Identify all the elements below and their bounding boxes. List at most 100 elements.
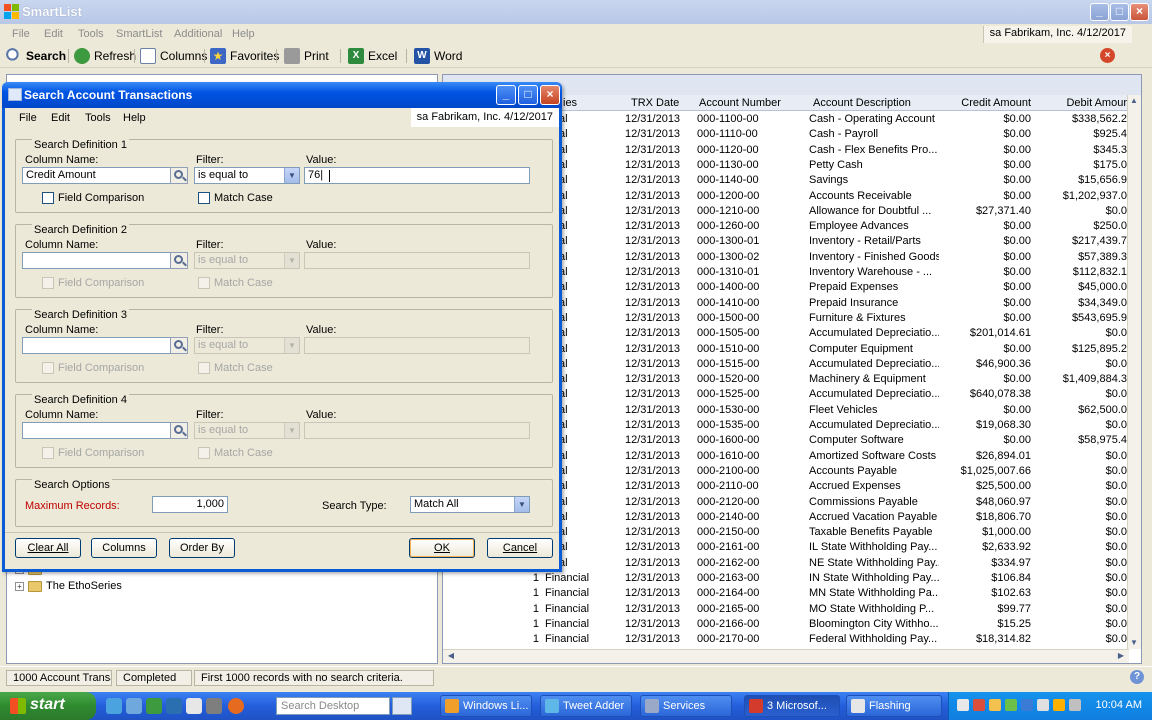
volume-icon[interactable] [1069,699,1081,711]
column-name-field[interactable]: Credit Amount [22,167,172,184]
search-type-dropdown[interactable]: Match All ▼ [410,496,530,513]
dialog-minimize-button[interactable]: _ [496,85,516,105]
filter-dropdown[interactable]: is equal to ▼ [194,252,300,269]
cell-credit-amount: $18,806.70 [975,510,1031,523]
desktop-search-input[interactable]: Search Desktop [276,697,390,715]
match-case-checkbox[interactable] [198,362,210,374]
cell-credit-amount: $46,900.36 [975,357,1031,370]
table-row[interactable]: 1 Financial 12/31/2013 000-2165-00 MO State … [443,602,1129,617]
match-case-checkbox[interactable] [198,447,210,459]
column-name-field[interactable] [22,337,172,354]
menu-smartlist[interactable]: SmartList [116,28,162,40]
column-lookup-button[interactable] [170,167,188,184]
table-row[interactable]: 1 Financial 12/31/2013 000-2170-00 Federal W… [443,632,1129,647]
column-name-field[interactable] [22,252,172,269]
dialog-menu-edit[interactable]: Edit [51,112,70,124]
task-services[interactable]: Services [640,695,732,717]
dialog-maximize-button[interactable]: □ [518,85,538,105]
table-row[interactable]: 1 Financial 12/31/2013 000-2164-00 MN State … [443,586,1129,601]
column-header-account-number[interactable]: Account Number [699,97,781,109]
column-lookup-button[interactable] [170,422,188,439]
excel-button[interactable]: X Excel [348,47,397,65]
tree-item-ethoseries[interactable]: + The EthoSeries [15,580,122,592]
tray-icon[interactable] [1021,699,1033,711]
menu-edit[interactable]: Edit [44,28,63,40]
columns-button[interactable]: Columns [140,47,207,65]
value-field[interactable] [304,337,530,354]
maximum-records-field[interactable]: 1,000 [152,496,228,513]
scroll-left-icon[interactable]: ◀ [445,650,457,662]
maximize-button[interactable]: □ [1110,3,1129,21]
clear-all-button[interactable]: Clear All [15,538,81,558]
column-header-debit-amount[interactable]: Debit Amour [1039,97,1127,109]
menu-help[interactable]: Help [232,28,255,40]
column-lookup-button[interactable] [170,252,188,269]
tray-icon[interactable] [973,699,985,711]
filter-dropdown[interactable]: is equal to ▼ [194,167,300,184]
firefox-icon[interactable] [228,698,244,714]
dialog-menu-help[interactable]: Help [123,112,146,124]
table-row[interactable]: 1 Financial 12/31/2013 000-2166-00 Bloomingt… [443,617,1129,632]
dialog-menu-file[interactable]: File [19,112,37,124]
menu-additional[interactable]: Additional [174,28,222,40]
tray-icon[interactable] [1037,699,1049,711]
field-comparison-checkbox[interactable] [42,192,54,204]
task-flashing[interactable]: Flashing [846,695,942,717]
close-button[interactable]: × [1130,3,1149,21]
scroll-down-icon[interactable]: ▼ [1128,637,1140,649]
value-field[interactable] [304,252,530,269]
order-by-button[interactable]: Order By [169,538,235,558]
task-tweet-adder[interactable]: Tweet Adder [540,695,632,717]
ie-icon[interactable] [106,698,122,714]
column-header-credit-amount[interactable]: Credit Amount [943,97,1031,109]
column-header-trx-date[interactable]: TRX Date [631,97,679,109]
start-button[interactable]: start [0,692,96,720]
horizontal-scrollbar[interactable]: ◀ ▶ [443,649,1129,663]
field-comparison-checkbox[interactable] [42,362,54,374]
close-document-icon[interactable]: × [1100,48,1115,63]
tray-icon[interactable] [1053,699,1065,711]
column-header-series[interactable]: ies [563,97,577,109]
favorites-button[interactable]: ★ Favorites [210,47,279,65]
excel-quicklaunch-icon[interactable] [146,698,162,714]
value-field[interactable] [304,422,530,439]
column-lookup-button[interactable] [170,337,188,354]
cancel-button[interactable]: Cancel [487,538,553,558]
menu-tools[interactable]: Tools [78,28,104,40]
tools-icon[interactable] [206,698,222,714]
filter-dropdown[interactable]: is equal to ▼ [194,422,300,439]
tray-icon[interactable] [1005,699,1017,711]
tray-icon[interactable] [989,699,1001,711]
tray-icon[interactable] [957,699,969,711]
media-icon[interactable] [186,698,202,714]
refresh-button[interactable]: Refresh [74,47,136,65]
scroll-up-icon[interactable]: ▲ [1128,95,1140,107]
field-comparison-checkbox[interactable] [42,447,54,459]
column-name-field[interactable] [22,422,172,439]
explorer-icon[interactable] [126,698,142,714]
print-button[interactable]: Print [284,47,329,65]
help-icon[interactable]: ? [1130,670,1144,684]
task-windows-live[interactable]: Windows Li... [440,695,532,717]
minimize-button[interactable]: _ [1090,3,1109,21]
search-button[interactable]: Search [6,47,66,65]
scroll-right-icon[interactable]: ▶ [1115,650,1127,662]
dialog-menu-tools[interactable]: Tools [85,112,111,124]
match-case-checkbox[interactable] [198,277,210,289]
search-go-icon[interactable] [392,697,412,715]
filter-dropdown[interactable]: is equal to ▼ [194,337,300,354]
table-row[interactable]: 1 Financial 12/31/2013 000-2163-00 IN State … [443,571,1129,586]
ok-button[interactable]: OK [409,538,475,558]
task-microsoft-group[interactable]: 3 Microsof... [744,695,840,717]
column-header-account-description[interactable]: Account Description [813,97,911,109]
columns-button[interactable]: Columns [91,538,157,558]
match-case-checkbox[interactable] [198,192,210,204]
menu-file[interactable]: File [12,28,30,40]
messenger-icon[interactable] [166,698,182,714]
value-field[interactable]: 76| [304,167,530,184]
field-comparison-checkbox[interactable] [42,277,54,289]
vertical-scrollbar[interactable]: ▲ ▼ [1127,95,1141,649]
dialog-close-button[interactable]: × [540,85,560,105]
expand-icon[interactable]: + [15,581,24,591]
word-button[interactable]: W Word [414,47,462,65]
